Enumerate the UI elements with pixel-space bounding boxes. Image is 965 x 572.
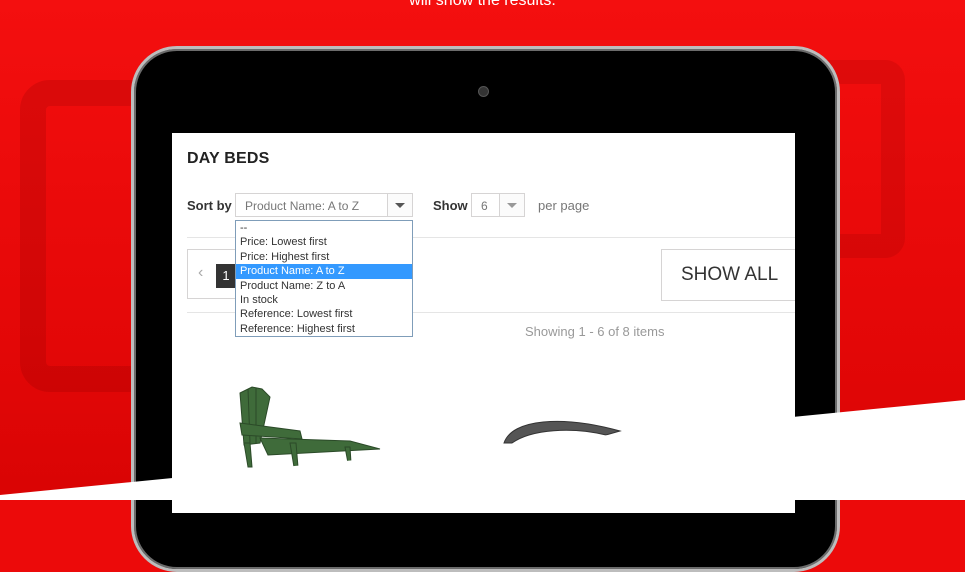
sort-select-value: Product Name: A to Z <box>245 199 360 213</box>
chevron-down-icon <box>395 203 405 208</box>
sort-select[interactable]: Product Name: A to Z <box>235 193 413 217</box>
sort-options-list[interactable]: -- Price: Lowest first Price: Highest fi… <box>235 220 413 338</box>
chevron-left-icon[interactable]: ‹ <box>198 264 203 282</box>
sort-option[interactable]: Product Name: Z to A <box>236 279 412 293</box>
sort-option-selected[interactable]: Product Name: A to Z <box>236 264 412 279</box>
show-all-button[interactable]: SHOW ALL <box>661 249 795 301</box>
sort-select-arrow[interactable] <box>387 194 412 216</box>
sort-option[interactable]: Reference: Lowest first <box>236 307 412 321</box>
sort-option[interactable]: Reference: Highest first <box>236 322 412 336</box>
show-count-select[interactable]: 6 <box>471 193 525 217</box>
sort-by-label: Sort by <box>187 198 232 213</box>
sort-option[interactable]: Price: Highest first <box>236 250 412 264</box>
banner-text: will show the results. <box>409 0 556 9</box>
show-count-arrow[interactable] <box>499 194 524 216</box>
sort-option[interactable]: -- <box>236 221 412 235</box>
white-diagonal-band <box>0 400 965 500</box>
sort-option[interactable]: In stock <box>236 293 412 307</box>
sort-option[interactable]: Price: Lowest first <box>236 235 412 249</box>
show-count-value: 6 <box>481 199 488 213</box>
per-page-label: per page <box>538 198 590 213</box>
chevron-down-icon <box>507 203 517 208</box>
camera-icon <box>478 86 489 97</box>
page-1-button[interactable]: 1 <box>216 264 236 288</box>
show-label: Show <box>433 198 468 213</box>
page-title: DAY BEDS <box>187 150 270 167</box>
results-count: Showing 1 - 6 of 8 items <box>525 324 665 339</box>
